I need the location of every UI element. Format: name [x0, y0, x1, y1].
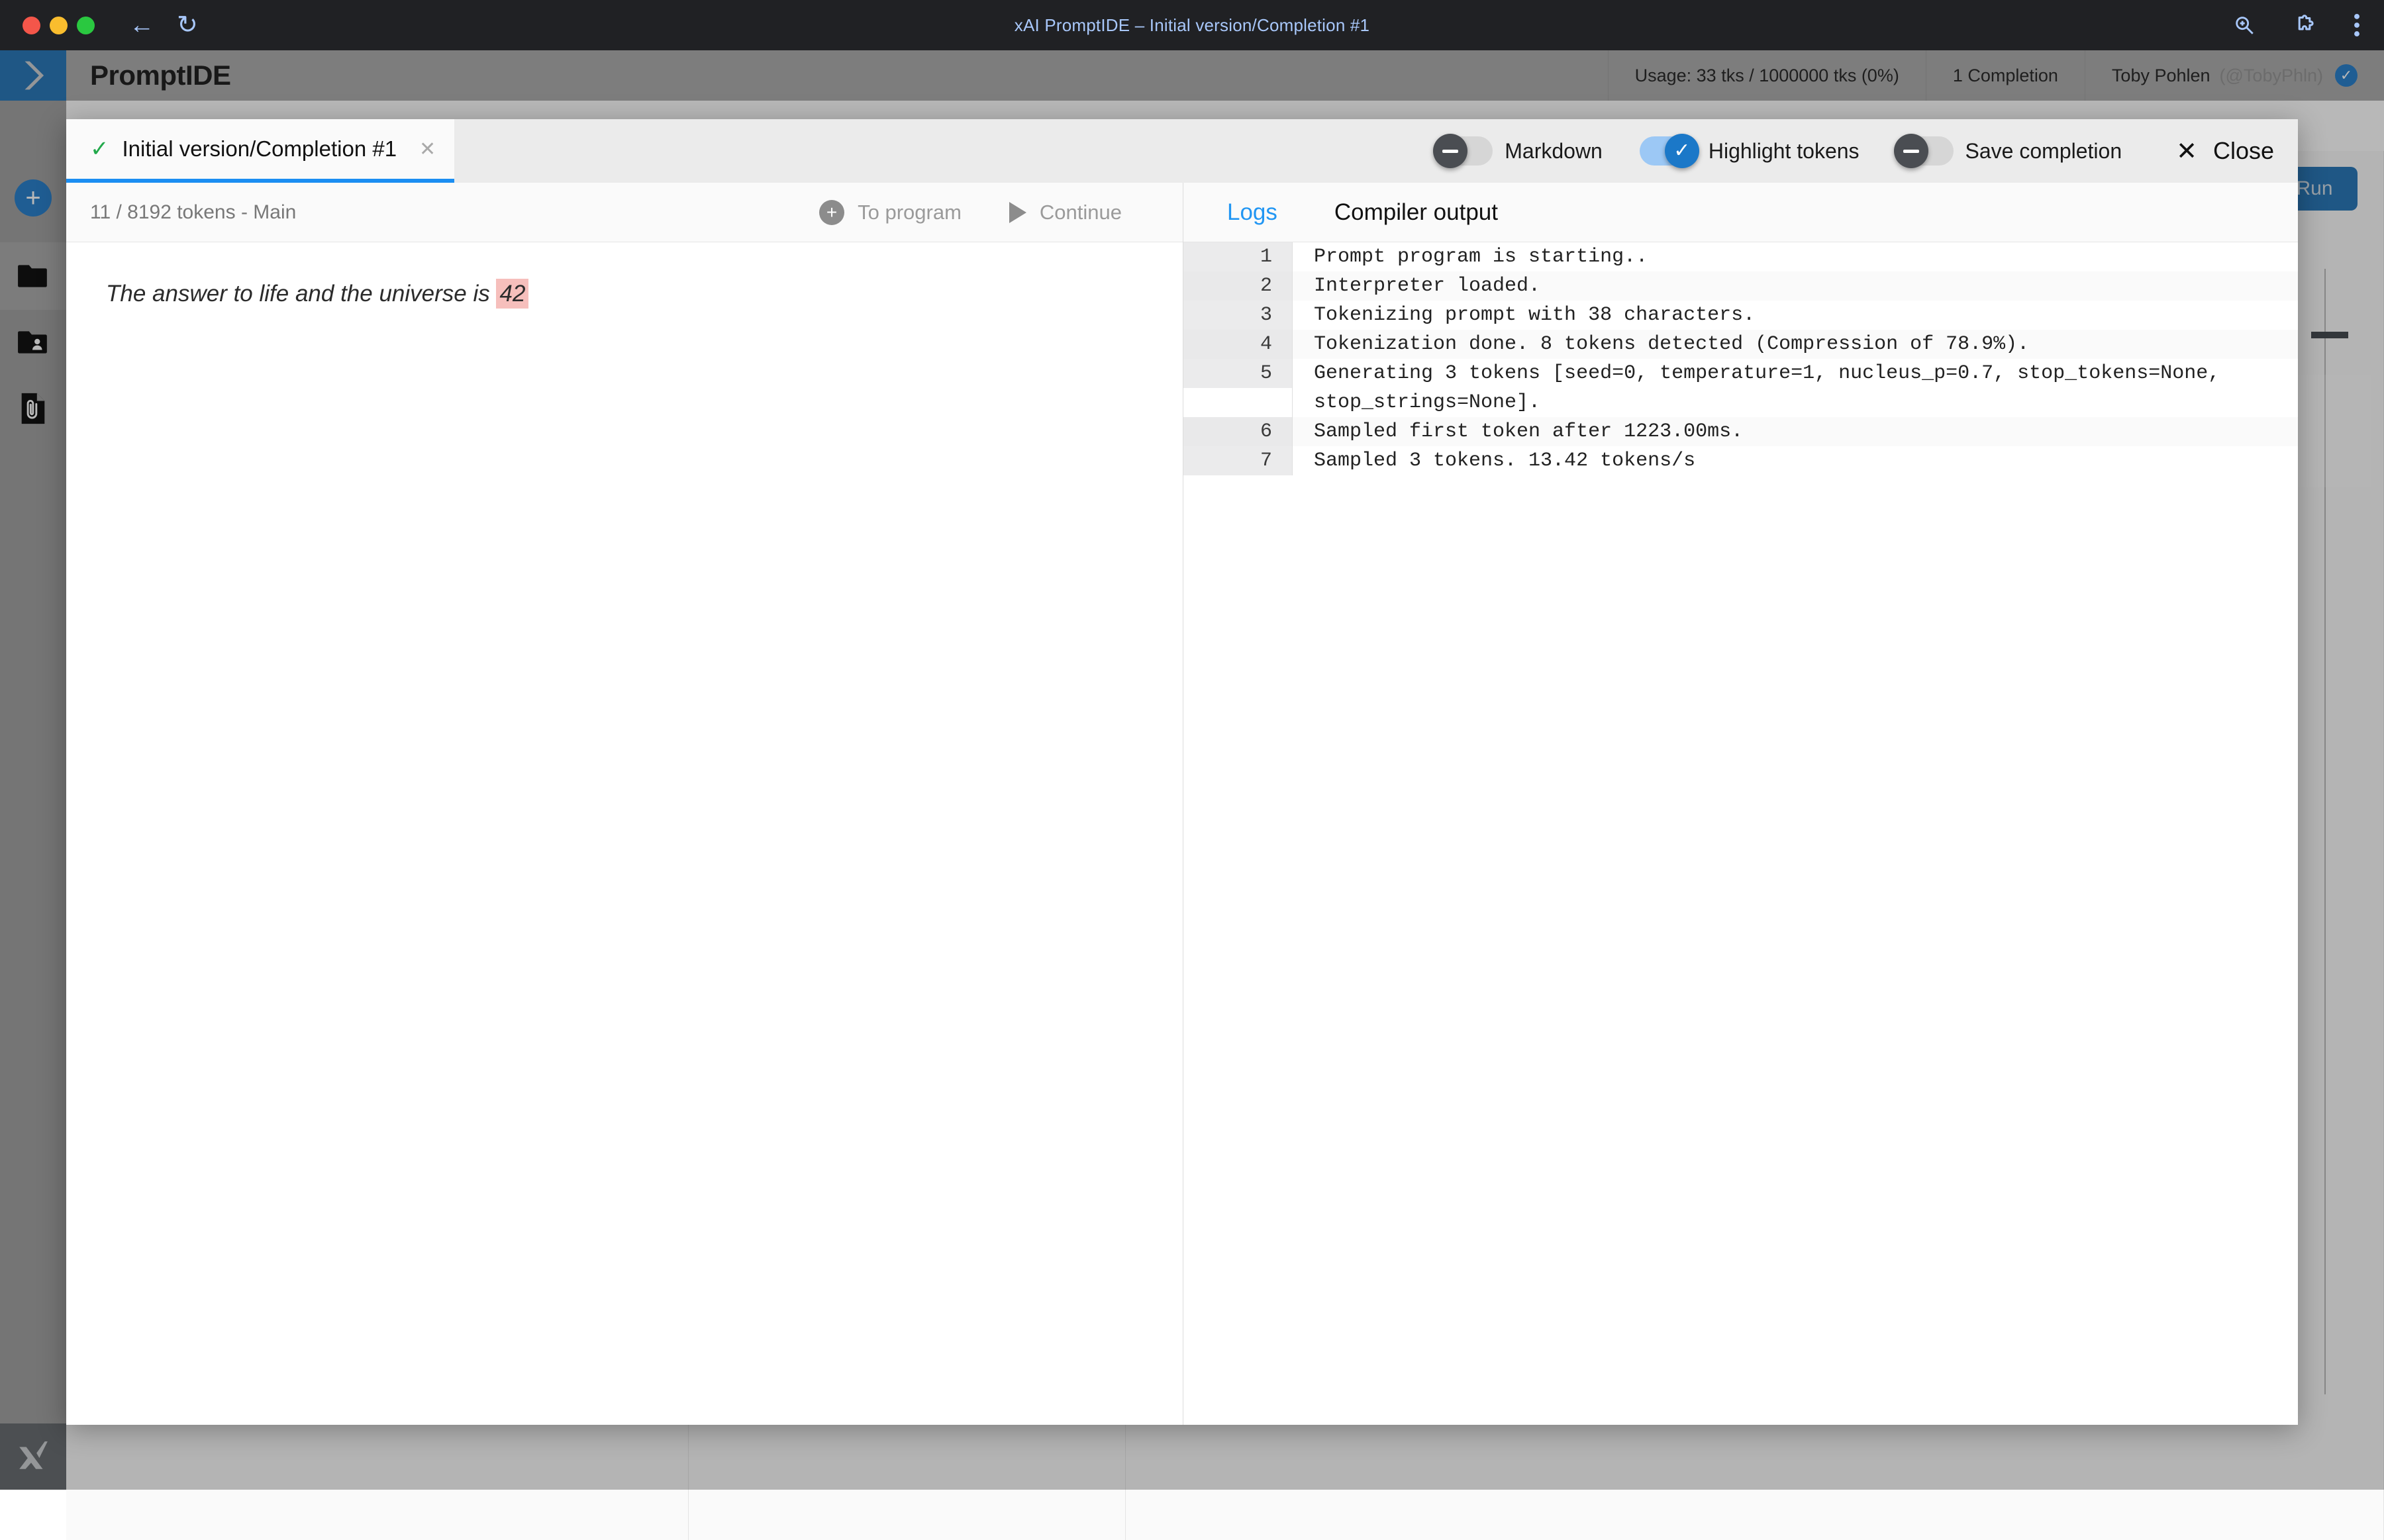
tab-initial-version-completion-1[interactable]: ✓ Initial version/Completion #1 ✕	[66, 119, 455, 183]
completion-toolbar: 11 / 8192 tokens - Main + To program Con…	[66, 183, 1183, 242]
completion-text: The answer to life and the universe is 4…	[106, 277, 1143, 312]
minus-icon	[1433, 134, 1468, 168]
log-line-text: Prompt program is starting..	[1292, 242, 2298, 271]
close-label: Close	[2212, 137, 2274, 164]
log-line-number: 2	[1183, 271, 1292, 301]
log-line-number: 5	[1183, 359, 1292, 388]
close-window-button[interactable]	[23, 16, 40, 34]
check-icon: ✓	[1664, 134, 1699, 168]
completion-prefix: The answer to life and the universe is	[106, 281, 497, 307]
toggle-highlight-tokens-label: Highlight tokens	[1708, 138, 1860, 163]
log-row: 5 Generating 3 tokens [seed=0, temperatur…	[1183, 359, 2298, 417]
to-program-button[interactable]: + To program	[819, 199, 962, 225]
play-icon	[1009, 201, 1026, 223]
zoom-icon[interactable]	[2233, 14, 2256, 36]
completion-pane: 11 / 8192 tokens - Main + To program Con…	[66, 183, 1183, 1425]
modal-topbar: ✓ Initial version/Completion #1 ✕ Markdo…	[66, 119, 2298, 183]
log-line-number: 7	[1183, 446, 1292, 475]
modal-toggle-group: Markdown ✓ Highlight tokens Save complet…	[1399, 119, 2298, 183]
continue-label: Continue	[1039, 200, 1122, 224]
log-line-number: 6	[1183, 417, 1292, 446]
check-icon: ✓	[90, 136, 109, 162]
log-line-number: 1	[1183, 242, 1292, 271]
completion-text-area[interactable]: The answer to life and the universe is 4…	[66, 242, 1183, 1425]
modal-tabs: ✓ Initial version/Completion #1 ✕	[66, 119, 455, 183]
log-line-text: Interpreter loaded.	[1292, 271, 2298, 301]
maximize-window-button[interactable]	[77, 16, 95, 34]
log-view[interactable]: 1 Prompt program is starting.. 2 Interprete…	[1183, 242, 2298, 1425]
puzzle-piece-icon[interactable]	[2293, 13, 2316, 37]
log-line-number: 4	[1183, 330, 1292, 359]
close-button[interactable]: ✕ Close	[2176, 136, 2274, 166]
logs-pane: Logs Compiler output 1 Prompt program is …	[1183, 183, 2298, 1425]
log-line-text: Sampled first token after 1223.00ms.	[1292, 417, 2298, 446]
log-line-text: Tokenizing prompt with 38 characters.	[1292, 301, 2298, 330]
log-line-text: Sampled 3 tokens. 13.42 tokens/s	[1292, 446, 2298, 475]
toggle-save-completion[interactable]: Save completion	[1893, 134, 2122, 168]
browser-chrome-right	[2233, 0, 2360, 50]
token-count-label: 11 / 8192 tokens - Main	[90, 201, 297, 223]
traffic-lights	[23, 16, 95, 34]
toggle-save-completion-label: Save completion	[1965, 138, 2122, 163]
tab-logs[interactable]: Logs	[1227, 199, 1277, 226]
toggle-highlight-tokens[interactable]: ✓ Highlight tokens	[1639, 134, 1860, 168]
plus-circle-icon: +	[819, 199, 845, 225]
log-row: 4 Tokenization done. 8 tokens detected (C…	[1183, 330, 2298, 359]
toggle-markdown-label: Markdown	[1505, 138, 1603, 163]
completion-actions: + To program Continue	[771, 199, 1183, 225]
log-line-text: Tokenization done. 8 tokens detected (Co…	[1292, 330, 2298, 359]
minus-icon	[1893, 134, 1928, 168]
x-icon: ✕	[2176, 137, 2197, 166]
log-line-text: Generating 3 tokens [seed=0, temperature…	[1292, 359, 2298, 417]
completion-modal: ✓ Initial version/Completion #1 ✕ Markdo…	[66, 119, 2298, 1425]
window-title: xAI PromptIDE – Initial version/Completi…	[1014, 15, 1370, 35]
log-line-number: 3	[1183, 301, 1292, 330]
browser-nav-buttons: ← ↻	[129, 13, 198, 38]
log-row: 1 Prompt program is starting..	[1183, 242, 2298, 271]
log-row: 3 Tokenizing prompt with 38 characters.	[1183, 301, 2298, 330]
continue-button[interactable]: Continue	[1009, 201, 1122, 224]
minimize-window-button[interactable]	[50, 16, 68, 34]
tab-compiler-output[interactable]: Compiler output	[1334, 199, 1498, 226]
to-program-label: To program	[858, 200, 962, 224]
tab-close-icon[interactable]: ✕	[419, 138, 436, 161]
browser-chrome: ← ↻ xAI PromptIDE – Initial version/Comp…	[0, 0, 2384, 50]
save-completion-switch[interactable]	[1893, 134, 1954, 168]
tab-label: Initial version/Completion #1	[122, 136, 397, 161]
modal-body: 11 / 8192 tokens - Main + To program Con…	[66, 183, 2298, 1425]
log-row: 6 Sampled first token after 1223.00ms.	[1183, 417, 2298, 446]
log-row: 2 Interpreter loaded.	[1183, 271, 2298, 301]
highlighted-token: 42	[496, 279, 529, 309]
log-row: 7 Sampled 3 tokens. 13.42 tokens/s	[1183, 446, 2298, 475]
markdown-switch[interactable]	[1433, 134, 1493, 168]
three-dot-menu-icon[interactable]	[2354, 13, 2360, 37]
highlight-tokens-switch[interactable]: ✓	[1639, 134, 1699, 168]
reload-icon[interactable]: ↻	[177, 13, 198, 38]
toggle-markdown[interactable]: Markdown	[1433, 134, 1603, 168]
logs-tabbar: Logs Compiler output	[1183, 183, 2298, 242]
back-arrow-icon[interactable]: ←	[129, 13, 154, 38]
